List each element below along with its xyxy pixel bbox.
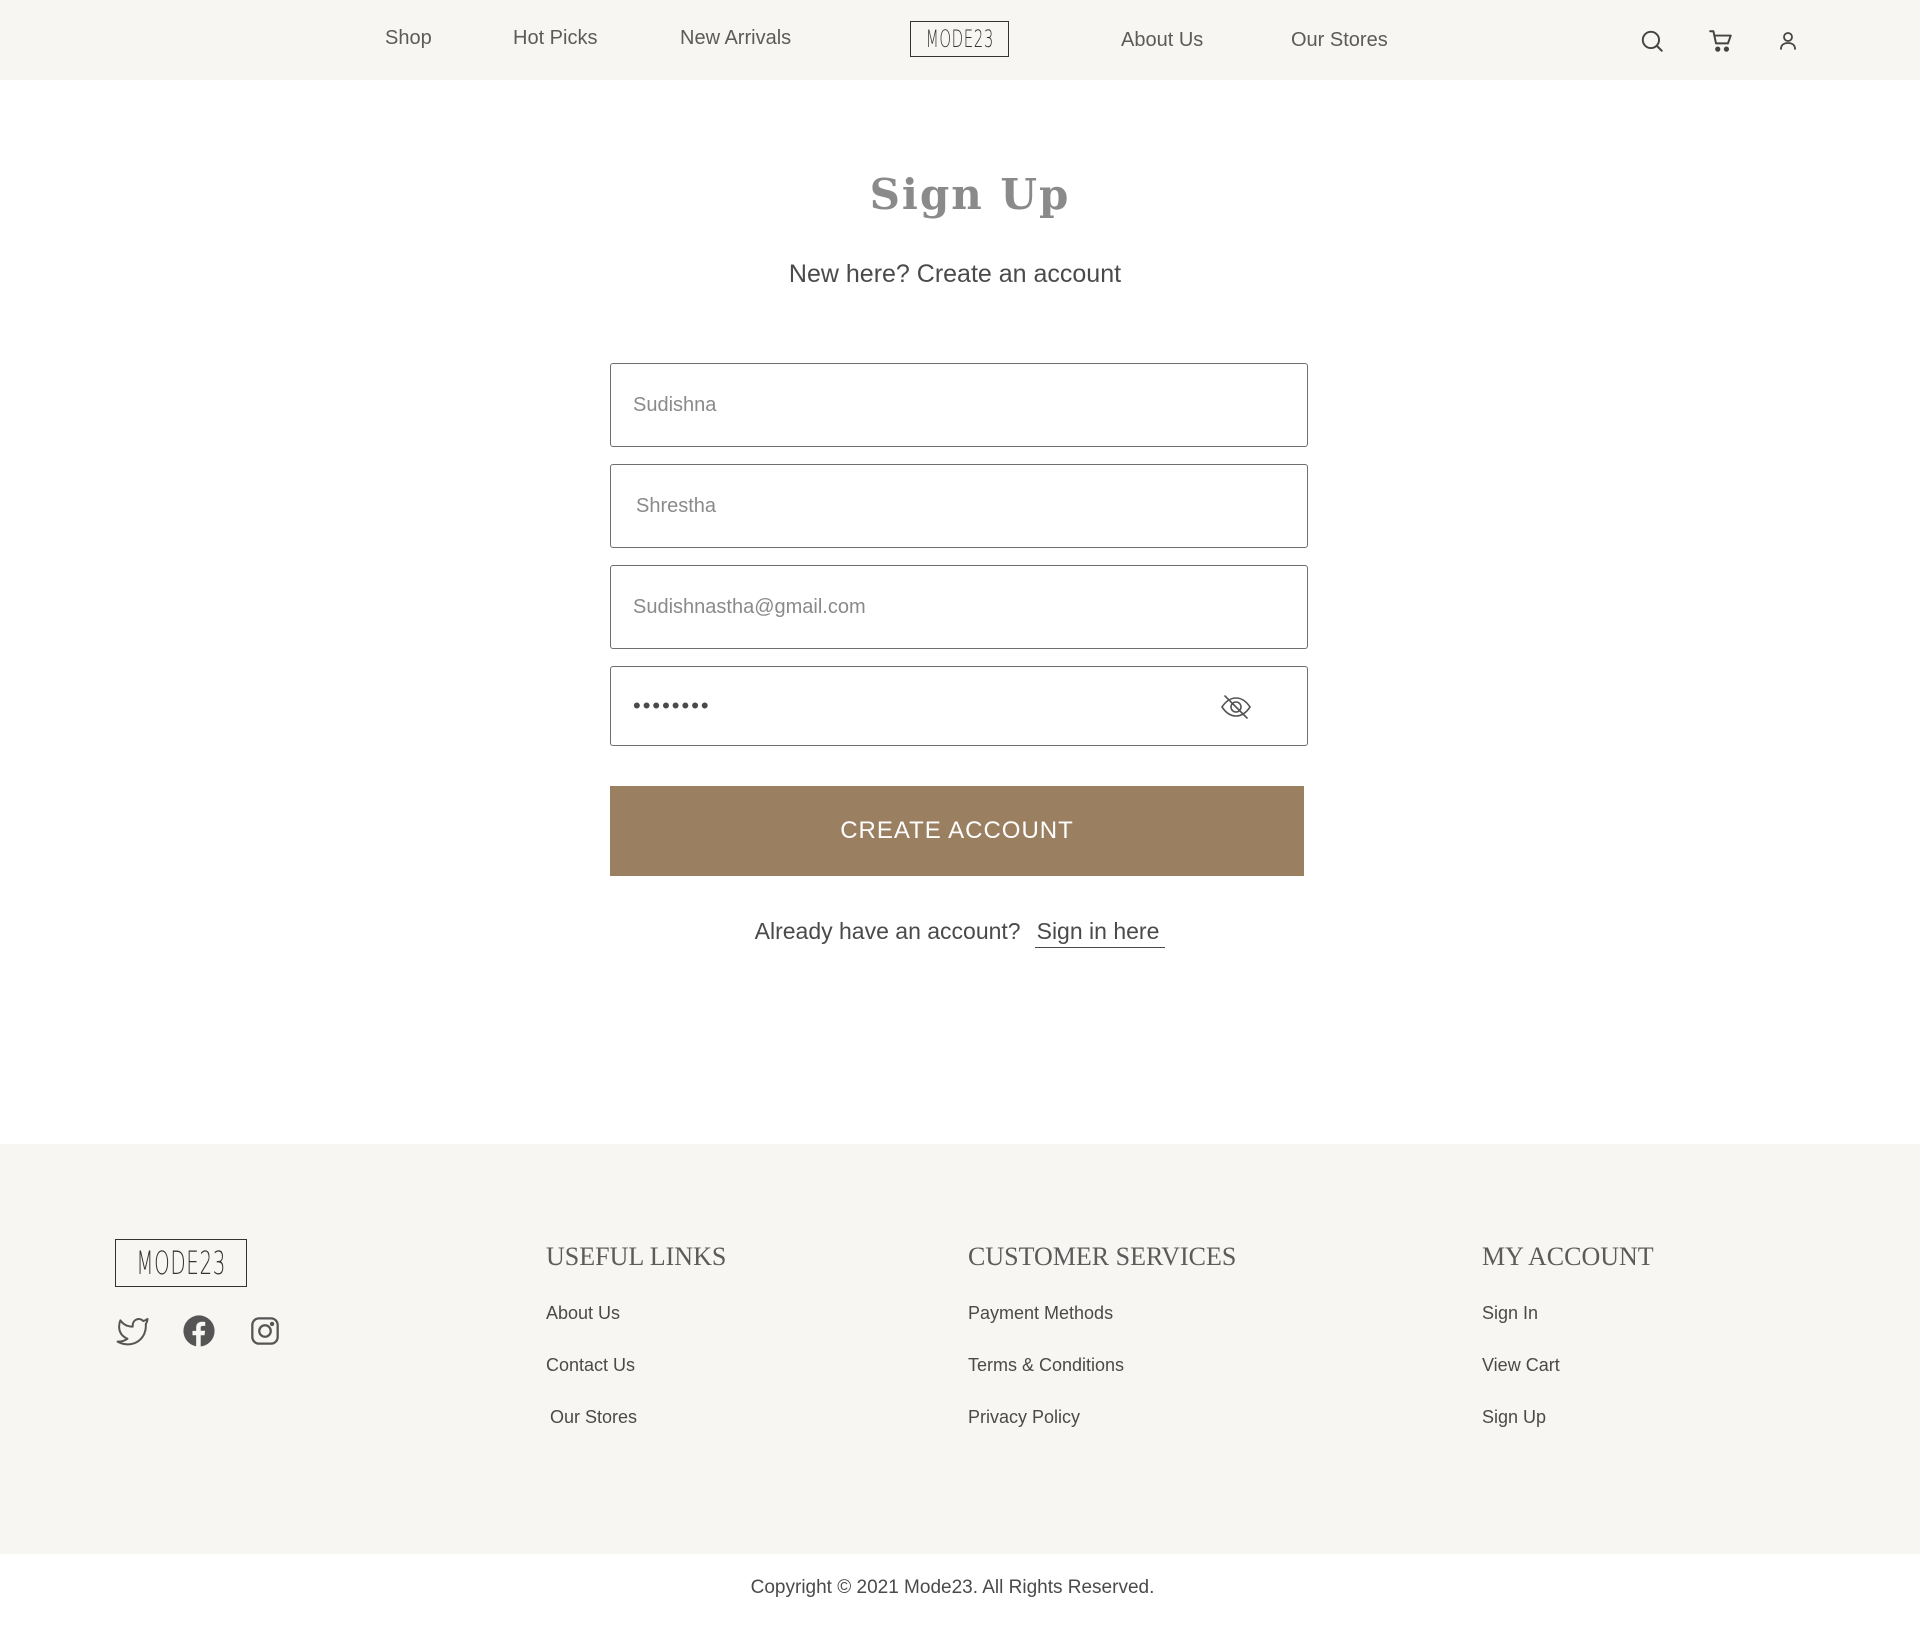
footer-link-our-stores[interactable]: Our Stores — [550, 1407, 637, 1428]
signin-prompt-row: Already have an account? Sign in here — [0, 918, 1920, 948]
hide-password-icon[interactable] — [1220, 693, 1252, 721]
password-input[interactable] — [611, 667, 1307, 745]
my-account-heading: MY ACCOUNT — [1482, 1242, 1654, 1271]
footer-link-contact-us[interactable]: Contact Us — [546, 1355, 635, 1376]
twitter-icon[interactable] — [115, 1314, 149, 1348]
email-field[interactable] — [610, 565, 1308, 649]
page-title: Sign Up — [869, 170, 1071, 219]
page-subtitle: New here? Create an account — [788, 260, 1122, 288]
signin-link[interactable]: Sign in here — [1034, 918, 1166, 948]
last-name-input[interactable] — [611, 465, 1307, 547]
facebook-icon[interactable] — [182, 1314, 216, 1348]
site-header: Shop Hot Picks New Arrivals MODE23 About… — [0, 0, 1920, 80]
first-name-field[interactable] — [610, 363, 1308, 447]
create-account-button[interactable]: CREATE ACCOUNT — [610, 786, 1304, 876]
footer-link-sign-up[interactable]: Sign Up — [1482, 1407, 1546, 1428]
instagram-icon[interactable] — [249, 1314, 281, 1348]
nav-about-us[interactable]: About Us — [1121, 29, 1203, 52]
nav-shop[interactable]: Shop — [385, 27, 432, 50]
nav-hot-picks[interactable]: Hot Picks — [513, 27, 597, 50]
footer-link-payment-methods[interactable]: Payment Methods — [968, 1303, 1113, 1324]
footer-link-view-cart[interactable]: View Cart — [1482, 1355, 1560, 1376]
site-footer: MODE23 USEFUL LINKS About Us Contact Us … — [0, 1144, 1920, 1554]
footer-link-about-us[interactable]: About Us — [546, 1303, 620, 1324]
email-input[interactable] — [611, 566, 1307, 648]
useful-links-heading: USEFUL LINKS — [546, 1242, 727, 1271]
user-icon[interactable] — [1776, 28, 1800, 54]
footer-logo[interactable]: MODE23 — [115, 1239, 247, 1287]
nav-new-arrivals[interactable]: New Arrivals — [680, 27, 791, 50]
customer-services-heading: CUSTOMER SERVICES — [968, 1242, 1237, 1271]
password-field[interactable] — [610, 666, 1308, 746]
header-logo[interactable]: MODE23 — [910, 21, 1009, 57]
footer-link-privacy-policy[interactable]: Privacy Policy — [968, 1407, 1080, 1428]
nav-our-stores[interactable]: Our Stores — [1291, 29, 1388, 52]
signin-prompt-text: Already have an account? — [754, 918, 1021, 944]
copyright-text: Copyright © 2021 Mode23. All Rights Rese… — [0, 1554, 1905, 1626]
last-name-field[interactable] — [610, 464, 1308, 548]
search-icon[interactable] — [1639, 28, 1665, 54]
cart-icon[interactable] — [1708, 28, 1734, 54]
first-name-input[interactable] — [611, 364, 1307, 446]
footer-link-sign-in[interactable]: Sign In — [1482, 1303, 1538, 1324]
footer-link-terms-conditions[interactable]: Terms & Conditions — [968, 1355, 1124, 1376]
